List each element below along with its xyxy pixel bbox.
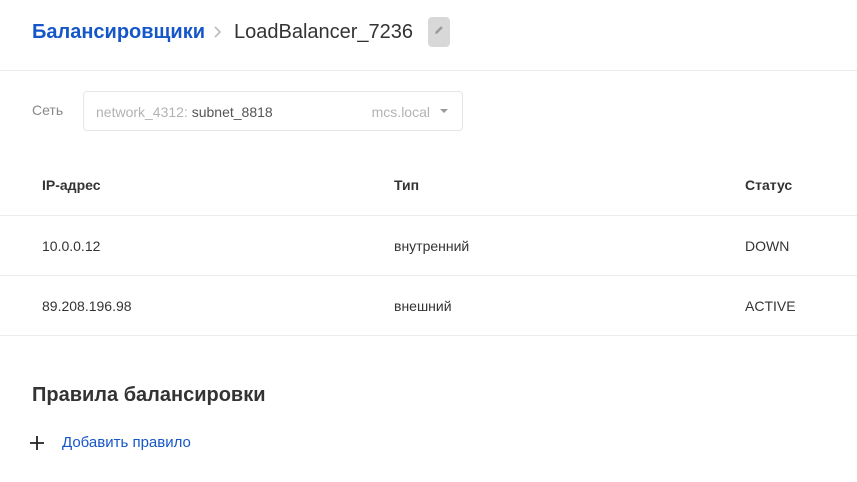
ip-type-cell: внешний	[394, 298, 452, 314]
page-title: LoadBalancer_7236	[234, 21, 414, 43]
ip-type-cell: внутренний	[394, 238, 470, 254]
page-header: Балансировщики LoadBalancer_7236	[0, 0, 857, 71]
ip-status-cell: DOWN	[745, 238, 790, 254]
add-rule-label: Добавить правило	[62, 434, 191, 451]
network-value: network_4312: subnet_8818	[96, 103, 273, 121]
ip-address-cell: 89.208.196.98	[42, 298, 132, 314]
add-rule-button[interactable]: Добавить правило	[28, 432, 191, 454]
network-name: network_4312:	[96, 104, 188, 120]
network-domain: mcs.local	[371, 104, 430, 120]
network-label: Сеть	[32, 102, 64, 118]
ip-status-cell: ACTIVE	[745, 298, 796, 314]
rename-button[interactable]	[428, 17, 450, 47]
network-select[interactable]: network_4312: subnet_8818 mcs.local	[83, 91, 463, 131]
chevron-right-icon	[211, 23, 223, 41]
table-header-row: IP-адрес Тип Статус	[0, 156, 857, 216]
caret-down-icon	[440, 109, 448, 113]
plus-icon	[28, 434, 46, 452]
table-row: 10.0.0.12 внутренний DOWN	[0, 216, 857, 276]
ip-table: IP-адрес Тип Статус 10.0.0.12 внутренний…	[0, 156, 857, 336]
column-header-status: Статус	[745, 177, 793, 193]
column-header-type: Тип	[394, 177, 420, 193]
breadcrumb-parent-link[interactable]: Балансировщики	[32, 20, 205, 44]
pencil-icon	[433, 23, 445, 41]
column-header-ip: IP-адрес	[42, 177, 101, 193]
ip-address-cell: 10.0.0.12	[42, 238, 101, 254]
subnet-name: subnet_8818	[191, 104, 273, 120]
rules-section-title: Правила балансировки	[32, 384, 266, 406]
table-row: 89.208.196.98 внешний ACTIVE	[0, 276, 857, 336]
